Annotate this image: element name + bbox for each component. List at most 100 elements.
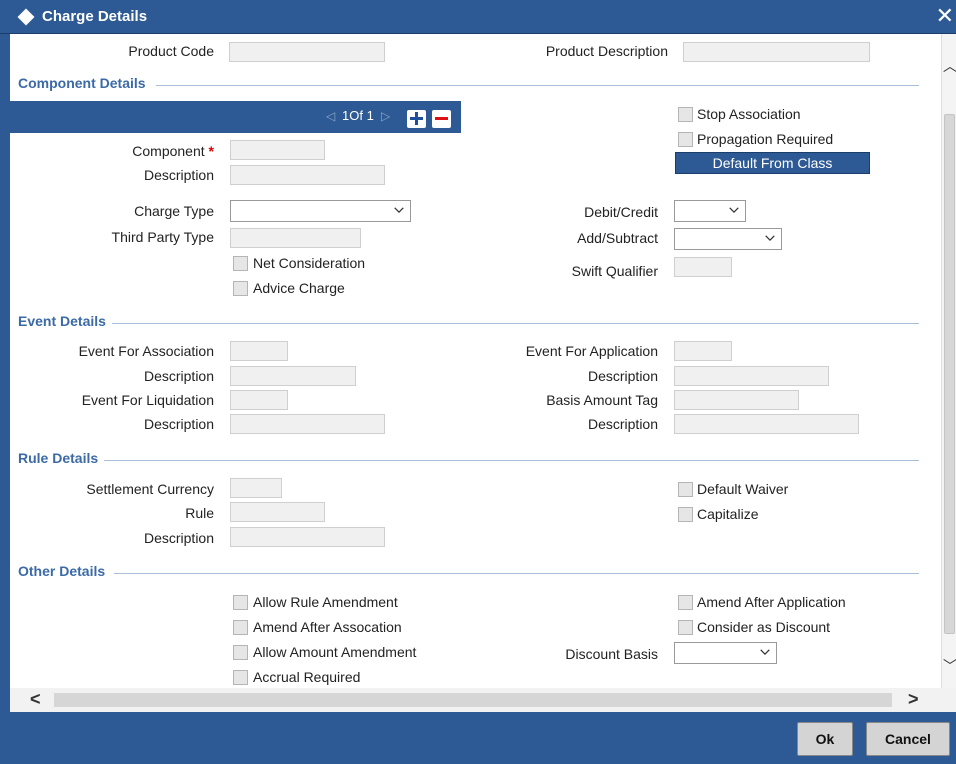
scroll-right-icon[interactable]: > — [908, 689, 919, 710]
event-for-association-field[interactable] — [230, 341, 288, 361]
chevron-down-icon — [394, 207, 404, 214]
section-other-details: Other Details — [10, 563, 919, 583]
scroll-left-icon[interactable]: < — [30, 689, 41, 710]
previous-record-icon[interactable]: ◁ — [326, 109, 335, 123]
event-for-application-label: Event For Application — [525, 343, 658, 359]
default-waiver-label: Default Waiver — [697, 481, 789, 497]
allow-amount-amendment-label: Allow Amount Amendment — [253, 644, 417, 660]
event-for-liquidation-field[interactable] — [230, 390, 288, 410]
cancel-button[interactable]: Cancel — [866, 722, 950, 756]
required-marker: * — [208, 143, 214, 159]
consider-as-discount-label: Consider as Discount — [697, 619, 831, 635]
product-code-field[interactable] — [229, 42, 385, 62]
propagation-required-checkbox[interactable] — [678, 132, 693, 147]
section-title: Other Details — [18, 563, 106, 579]
association-description-field[interactable] — [230, 366, 356, 386]
section-rule-details: Rule Details — [10, 450, 919, 470]
debit-credit-label: Debit/Credit — [584, 204, 658, 220]
scroll-down-icon[interactable]: ﹀ — [943, 656, 956, 676]
capitalize-label: Capitalize — [697, 506, 759, 522]
vertical-scroll-thumb[interactable] — [944, 114, 955, 634]
section-event-details: Event Details — [10, 313, 919, 333]
consider-as-discount-checkbox[interactable] — [678, 620, 693, 635]
section-title: Rule Details — [18, 450, 99, 466]
scroll-up-icon[interactable]: ︿ — [943, 56, 956, 76]
component-field[interactable] — [230, 140, 325, 160]
event-for-application-field[interactable] — [674, 341, 732, 361]
discount-basis-label: Discount Basis — [565, 646, 658, 662]
association-description-label: Description — [143, 368, 214, 384]
horizontal-scroll-thumb[interactable] — [54, 693, 892, 707]
charge-type-label: Charge Type — [134, 203, 214, 219]
delete-row-button[interactable] — [432, 110, 451, 128]
product-description-label: Product Description — [545, 43, 668, 59]
ok-button[interactable]: Ok — [797, 722, 853, 756]
charge-type-select[interactable] — [230, 200, 411, 222]
vertical-scrollbar[interactable]: ︿ ﹀ — [941, 34, 956, 688]
accrual-required-label: Accrual Required — [253, 669, 361, 685]
amend-after-application-label: Amend After Application — [697, 594, 846, 610]
amend-after-assocation-label: Amend After Assocation — [253, 619, 402, 635]
basis-description-field[interactable] — [674, 414, 859, 434]
net-consideration-checkbox[interactable] — [233, 256, 248, 271]
basis-amount-tag-label: Basis Amount Tag — [546, 392, 658, 408]
dialog-footer: Ok Cancel — [10, 712, 956, 764]
next-record-icon[interactable]: ▷ — [381, 109, 390, 123]
capitalize-checkbox[interactable] — [678, 507, 693, 522]
application-description-label: Description — [587, 368, 658, 384]
chevron-down-icon — [760, 649, 770, 656]
stop-association-label: Stop Association — [697, 106, 801, 122]
rule-description-label: Description — [143, 530, 214, 546]
section-component-details: Component Details — [10, 75, 919, 95]
basis-description-label: Description — [587, 416, 658, 432]
close-icon[interactable]: ✕ — [936, 3, 954, 29]
event-for-liquidation-label: Event For Liquidation — [81, 392, 214, 408]
third-party-type-label: Third Party Type — [111, 229, 214, 245]
add-row-button[interactable] — [407, 110, 426, 128]
default-waiver-checkbox[interactable] — [678, 482, 693, 497]
record-pager: 1Of 1 — [342, 108, 374, 123]
window-title: Charge Details — [42, 8, 148, 25]
default-from-class-button[interactable]: Default From Class — [675, 152, 870, 174]
amend-after-assocation-checkbox[interactable] — [233, 620, 248, 635]
application-description-field[interactable] — [674, 366, 829, 386]
settlement-currency-label: Settlement Currency — [86, 481, 214, 497]
product-code-label: Product Code — [128, 43, 214, 59]
amend-after-application-checkbox[interactable] — [678, 595, 693, 610]
allow-amount-amendment-checkbox[interactable] — [233, 645, 248, 660]
advice-charge-checkbox[interactable] — [233, 281, 248, 296]
section-title: Event Details — [18, 313, 106, 329]
product-description-field[interactable] — [683, 42, 870, 62]
rule-field[interactable] — [230, 502, 325, 522]
component-description-field[interactable] — [230, 165, 385, 185]
debit-credit-select[interactable] — [674, 200, 746, 222]
component-description-label: Description — [143, 167, 214, 183]
settlement-currency-field[interactable] — [230, 478, 282, 498]
rule-label: Rule — [185, 505, 214, 521]
add-subtract-label: Add/Subtract — [577, 230, 658, 246]
discount-basis-select[interactable] — [674, 642, 777, 664]
window-frame — [0, 34, 10, 764]
accrual-required-checkbox[interactable] — [233, 670, 248, 685]
third-party-type-field[interactable] — [230, 228, 361, 248]
chevron-down-icon — [765, 235, 775, 242]
component-label: Component * — [132, 143, 214, 159]
swift-qualifier-field[interactable] — [674, 257, 732, 277]
swift-qualifier-label: Swift Qualifier — [571, 263, 658, 279]
stop-association-checkbox[interactable] — [678, 107, 693, 122]
window-titlebar: Charge Details ✕ — [0, 0, 956, 34]
advice-charge-label: Advice Charge — [253, 280, 345, 296]
propagation-required-label: Propagation Required — [697, 131, 834, 147]
section-title: Component Details — [18, 75, 146, 91]
allow-rule-amendment-label: Allow Rule Amendment — [253, 594, 398, 610]
window-icon — [17, 8, 35, 26]
allow-rule-amendment-checkbox[interactable] — [233, 595, 248, 610]
basis-amount-tag-field[interactable] — [674, 390, 799, 410]
liquidation-description-label: Description — [143, 416, 214, 432]
chevron-down-icon — [729, 207, 739, 214]
rule-description-field[interactable] — [230, 527, 385, 547]
liquidation-description-field[interactable] — [230, 414, 385, 434]
add-subtract-select[interactable] — [674, 228, 782, 250]
component-navigation-bar: ◁ 1Of 1 ▷ — [10, 101, 461, 133]
horizontal-scrollbar[interactable]: < > — [10, 688, 956, 712]
